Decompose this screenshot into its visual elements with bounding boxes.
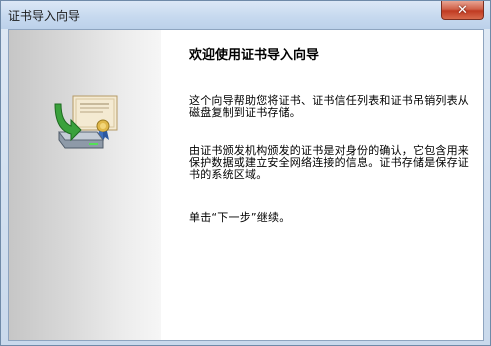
wizard-window: 证书导入向导 ✕ 欢迎使用证书导入向导 这个向导帮助您将证书、证书信任列表和证书… [0, 0, 491, 346]
close-button[interactable]: ✕ [441, 1, 484, 20]
page-title: 欢迎使用证书导入向导 [189, 48, 320, 63]
window-title: 证书导入向导 [8, 9, 81, 23]
instruction-text: 单击“下一步”继续。 [189, 211, 291, 224]
wizard-side-panel [9, 30, 161, 340]
certificate-import-icon [54, 95, 118, 149]
wizard-page: 欢迎使用证书导入向导 这个向导帮助您将证书、证书信任列表和证书吊销列表从磁盘复制… [8, 29, 484, 341]
close-icon: ✕ [457, 2, 468, 18]
description-paragraph: 由证书颁发机构颁发的证书是对身份的确认，它包含用来保护数据或建立安全网络连接的信… [189, 144, 469, 181]
title-bar[interactable]: 证书导入向导 ✕ [1, 1, 490, 29]
intro-paragraph: 这个向导帮助您将证书、证书信任列表和证书吊销列表从磁盘复制到证书存储。 [189, 94, 469, 119]
